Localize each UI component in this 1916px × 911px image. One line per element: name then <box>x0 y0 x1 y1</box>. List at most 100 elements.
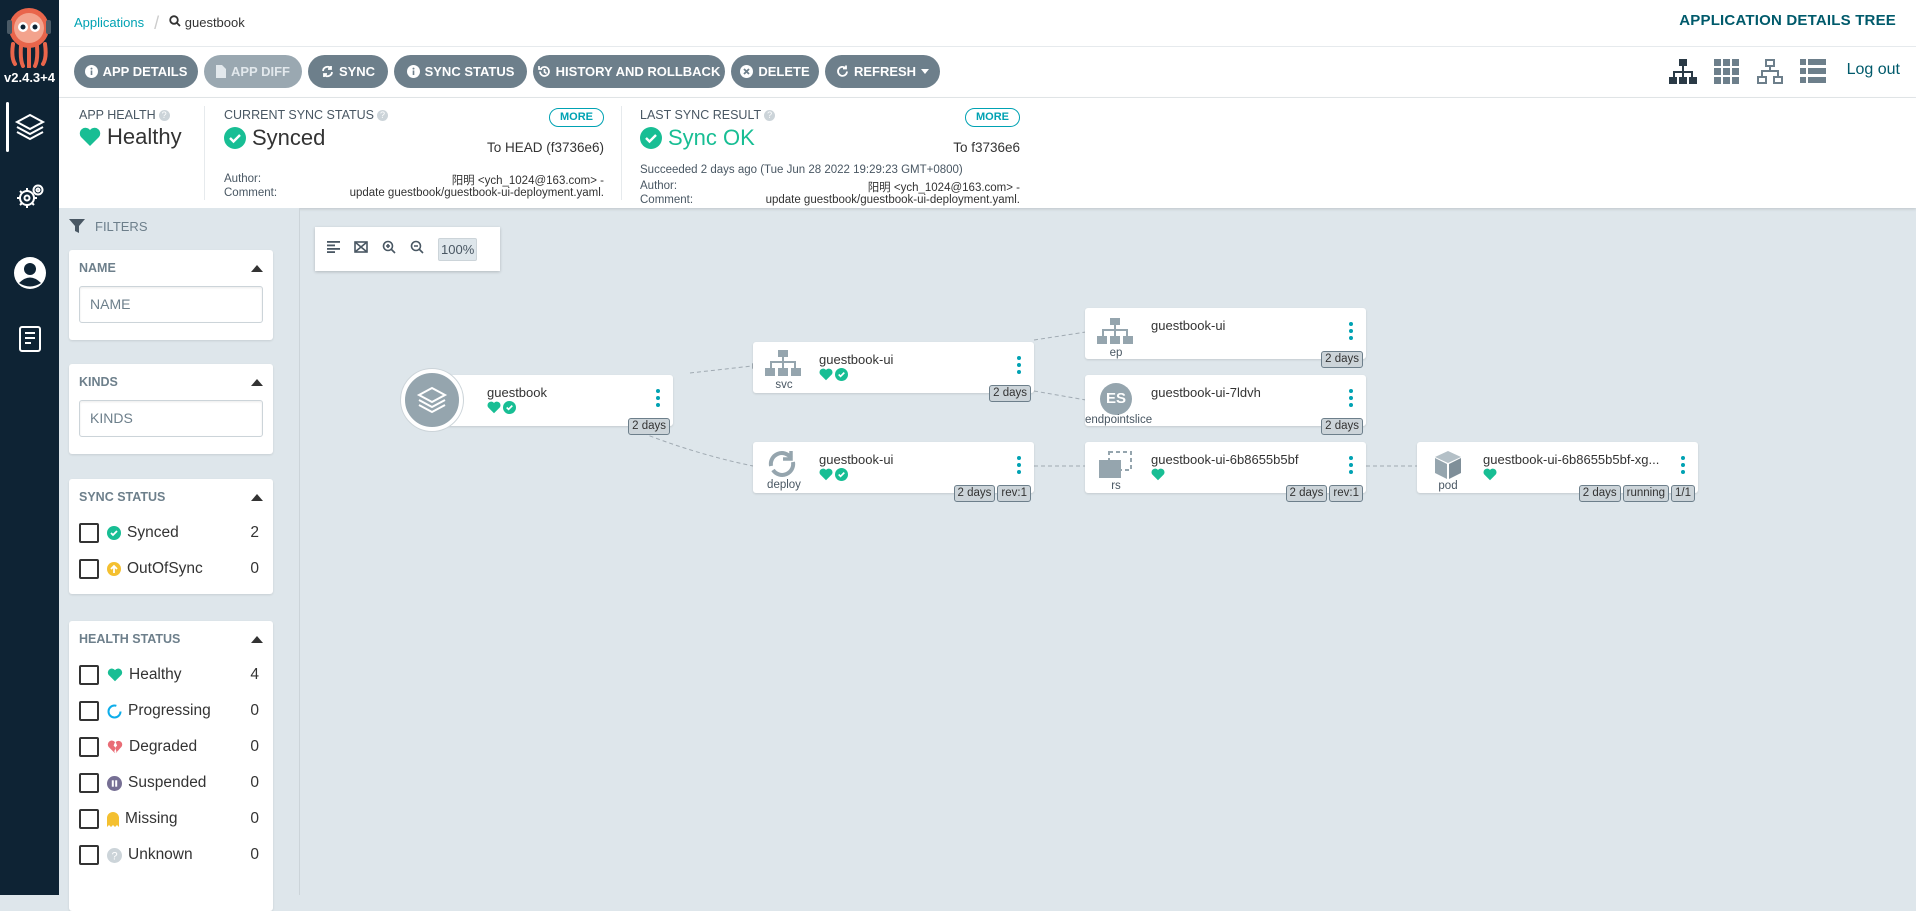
breadcrumb-applications[interactable]: Applications <box>74 15 144 30</box>
sync-status-filter-title: SYNC STATUS <box>79 490 165 504</box>
node-name: guestbook-ui <box>1151 318 1225 333</box>
app-details-button[interactable]: APP DETAILS <box>74 55 198 88</box>
logout-link[interactable]: Log out <box>1847 61 1900 79</box>
age-tag: 2 days <box>1579 485 1621 502</box>
pause-circle-icon <box>107 776 122 791</box>
resource-node-endpointslice-guestbook-ui[interactable]: ES endpointslice guestbook-ui-7ldvh 2 da… <box>1085 375 1366 426</box>
node-menu-icon[interactable] <box>1349 456 1353 474</box>
nav-user-info[interactable] <box>0 244 59 302</box>
collapse-icon[interactable] <box>251 379 263 386</box>
page-title: APPLICATION DETAILS TREE <box>1679 12 1896 29</box>
filter-option-degraded[interactable]: Degraded0 <box>69 729 273 765</box>
node-name: guestbook-ui-6b8655b5bf <box>1151 452 1298 467</box>
refresh-button[interactable]: REFRESH <box>825 55 940 88</box>
collapse-icon[interactable] <box>251 265 263 272</box>
checkbox[interactable] <box>79 809 99 829</box>
info-icon <box>407 65 420 78</box>
resource-node-rs-guestbook-ui[interactable]: rs guestbook-ui-6b8655b5bf 2 daysrev:1 <box>1085 442 1366 493</box>
sync-status-button[interactable]: SYNC STATUS <box>394 55 527 88</box>
sync-button[interactable]: SYNC <box>308 55 388 88</box>
heart-icon <box>1151 468 1165 481</box>
tree-view-icon[interactable] <box>1669 59 1697 90</box>
kinds-filter-input[interactable]: KINDS <box>79 400 263 437</box>
node-menu-icon[interactable] <box>1017 456 1021 474</box>
pod-state-tag: running <box>1623 485 1669 502</box>
checkbox[interactable] <box>79 737 99 757</box>
age-tag: 2 days <box>1321 418 1363 435</box>
filter-option-suspended[interactable]: Suspended0 <box>69 765 273 801</box>
node-menu-icon[interactable] <box>656 389 660 407</box>
current-sync-comment: update guestbook/guestbook-ui-deployment… <box>350 187 604 199</box>
age-tag: 2 days <box>1321 351 1363 368</box>
sync-status-filter: SYNC STATUS Synced2 OutOfSync0 <box>69 479 273 594</box>
filter-option-healthy[interactable]: Healthy4 <box>69 657 273 693</box>
argo-logo[interactable] <box>5 6 53 68</box>
app-diff-button[interactable]: APP DIFF <box>204 55 302 88</box>
node-menu-icon[interactable] <box>1349 322 1353 340</box>
age-tag: 2 days <box>989 385 1031 402</box>
filter-option-unknown[interactable]: ?Unknown0 <box>69 837 273 873</box>
history-rollback-button[interactable]: HISTORY AND ROLLBACK <box>533 55 725 88</box>
last-sync-label: LAST SYNC RESULT <box>640 108 761 122</box>
node-menu-icon[interactable] <box>1681 456 1685 474</box>
nav-applications[interactable] <box>0 98 59 156</box>
last-sync-more-button[interactable]: MORE <box>965 108 1020 127</box>
last-sync-succeeded: Succeeded 2 days ago (Tue Jun 28 2022 19… <box>640 164 963 176</box>
node-menu-icon[interactable] <box>1017 356 1021 374</box>
app-node-icon <box>401 369 463 431</box>
broken-heart-icon <box>107 740 123 754</box>
filter-option-outofsync[interactable]: OutOfSync0 <box>69 551 273 587</box>
collapse-icon[interactable] <box>251 636 263 643</box>
edge <box>1034 391 1086 400</box>
resource-tree-canvas: 100% guestbook 2 days <box>300 208 1916 895</box>
checkbox[interactable] <box>79 523 99 543</box>
app-health-label: APP HEALTH <box>79 108 156 122</box>
nav-docs[interactable] <box>0 310 59 368</box>
ghost-icon <box>107 812 119 827</box>
current-sync-more-button[interactable]: MORE <box>549 108 604 127</box>
pods-view-icon[interactable] <box>1714 59 1740 90</box>
filter-option-synced[interactable]: Synced2 <box>69 515 273 551</box>
author-label: Author: <box>640 180 677 192</box>
filter-option-missing[interactable]: Missing0 <box>69 801 273 837</box>
arrow-up-circle-icon <box>107 562 121 576</box>
layers-icon <box>416 384 448 416</box>
help-icon[interactable]: ? <box>764 110 775 121</box>
filter-option-progressing[interactable]: Progressing0 <box>69 693 273 729</box>
collapse-icon[interactable] <box>251 494 263 501</box>
comment-label: Comment: <box>640 194 693 206</box>
app-node-guestbook[interactable]: guestbook 2 days <box>433 375 673 426</box>
breadcrumb-current: guestbook <box>185 15 245 30</box>
help-icon[interactable]: ? <box>377 110 388 121</box>
nav-settings[interactable] <box>0 168 59 226</box>
delete-button[interactable]: DELETE <box>731 55 819 88</box>
checkbox[interactable] <box>79 701 99 721</box>
resource-node-ep-guestbook-ui[interactable]: ep guestbook-ui 2 days <box>1085 308 1366 359</box>
toolbar: APP DETAILS APP DIFF SYNC SYNC STATUS HI… <box>59 47 1916 98</box>
node-menu-icon[interactable] <box>1349 389 1353 407</box>
node-name: guestbook <box>487 385 547 400</box>
help-icon[interactable]: ? <box>159 110 170 121</box>
top-bar: Applications / guestbook APPLICATION DETA… <box>59 0 1916 47</box>
current-sync-target: To HEAD (f3736e6) <box>487 140 604 155</box>
version-label: v2.4.3+4 <box>0 70 59 85</box>
list-view-icon[interactable] <box>1800 59 1826 90</box>
checkbox[interactable] <box>79 773 99 793</box>
node-status <box>487 401 516 414</box>
resource-node-svc-guestbook-ui[interactable]: svc guestbook-ui 2 days <box>753 342 1034 393</box>
author-label: Author: <box>224 173 261 185</box>
checkbox[interactable] <box>79 559 99 579</box>
check-circle-icon <box>107 526 121 540</box>
history-icon <box>538 65 551 78</box>
comment-label: Comment: <box>224 187 277 199</box>
breadcrumb-separator: / <box>154 13 159 33</box>
checkbox[interactable] <box>79 665 99 685</box>
resource-node-deploy-guestbook-ui[interactable]: deploy guestbook-ui 2 daysrev:1 <box>753 442 1034 493</box>
network-view-icon[interactable] <box>1757 59 1783 90</box>
node-status <box>1151 468 1165 481</box>
spinner-icon <box>107 704 122 719</box>
checkbox[interactable] <box>79 845 99 865</box>
resource-node-pod-guestbook-ui[interactable]: pod guestbook-ui-6b8655b5bf-xg... 2 days… <box>1417 442 1698 493</box>
name-filter-input[interactable]: NAME <box>79 286 263 323</box>
node-name: guestbook-ui <box>819 352 893 367</box>
